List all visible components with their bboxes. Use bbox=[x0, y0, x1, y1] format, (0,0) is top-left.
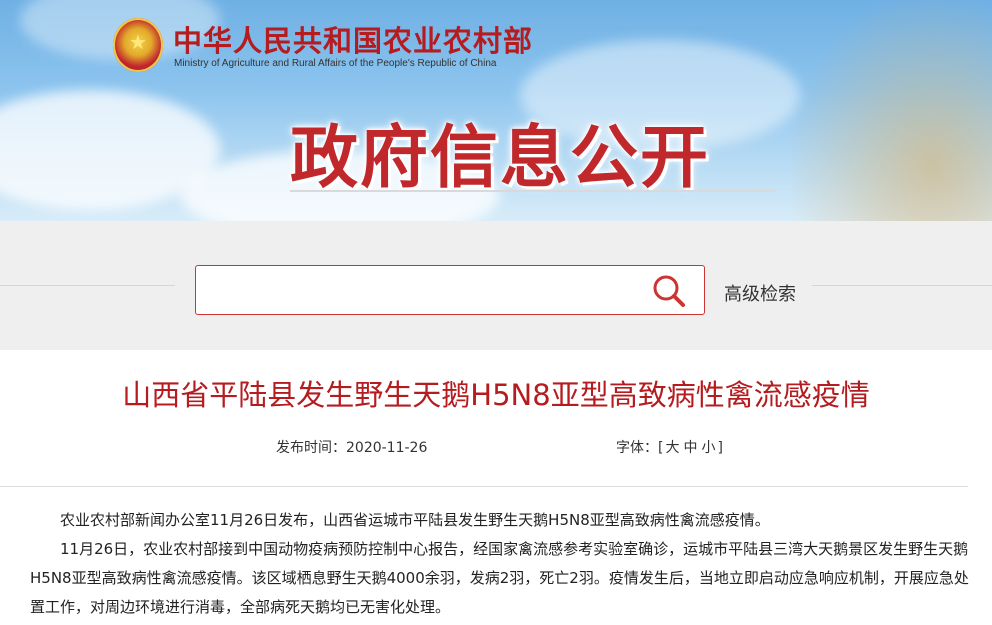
ministry-name-cn[interactable]: 中华人民共和国农业农村部 bbox=[173, 18, 533, 60]
header-banner: ★ 中华人民共和国农业农村部 Ministry of Agriculture a… bbox=[0, 0, 992, 221]
publish-date: 发布时间：2020-11-26 bbox=[276, 440, 428, 456]
font-size-close: ] bbox=[717, 440, 723, 456]
font-size-small[interactable]: 小 bbox=[701, 440, 715, 456]
banner-title: 政府信息公开 bbox=[290, 119, 711, 198]
article-body: 农业农村部新闻办公室11月26日发布，山西省运城市平陆县发生野生天鹅H5N8亚型… bbox=[30, 506, 970, 622]
search-icon bbox=[653, 275, 685, 307]
divider bbox=[812, 285, 992, 286]
font-size-label: 字体：[ bbox=[616, 440, 664, 456]
font-size-large[interactable]: 大 bbox=[665, 440, 679, 456]
article-title: 山西省平陆县发生野生天鹅H5N8亚型高致病性禽流感疫情 bbox=[122, 378, 870, 412]
banner-divider bbox=[290, 190, 775, 192]
font-size-selector: 字体：[大中小] bbox=[616, 437, 723, 457]
meta-divider bbox=[0, 486, 968, 487]
search-button[interactable] bbox=[652, 274, 686, 308]
ministry-name-en: Ministry of Agriculture and Rural Affair… bbox=[174, 58, 497, 69]
search-input[interactable] bbox=[206, 276, 630, 306]
article-paragraph: 11月26日，农业农村部接到中国动物疫病预防控制中心报告，经国家禽流感参考实验室… bbox=[30, 540, 969, 616]
search-box bbox=[195, 265, 705, 315]
divider bbox=[0, 285, 175, 286]
advanced-search-link[interactable]: 高级检索 bbox=[724, 280, 796, 306]
article-paragraph: 农业农村部新闻办公室11月26日发布，山西省运城市平陆县发生野生天鹅H5N8亚型… bbox=[60, 511, 770, 529]
search-section: 高级检索 bbox=[0, 221, 992, 350]
wheat-decoration bbox=[792, 0, 992, 221]
font-size-medium[interactable]: 中 bbox=[683, 440, 697, 456]
national-emblem-icon: ★ bbox=[113, 18, 163, 72]
